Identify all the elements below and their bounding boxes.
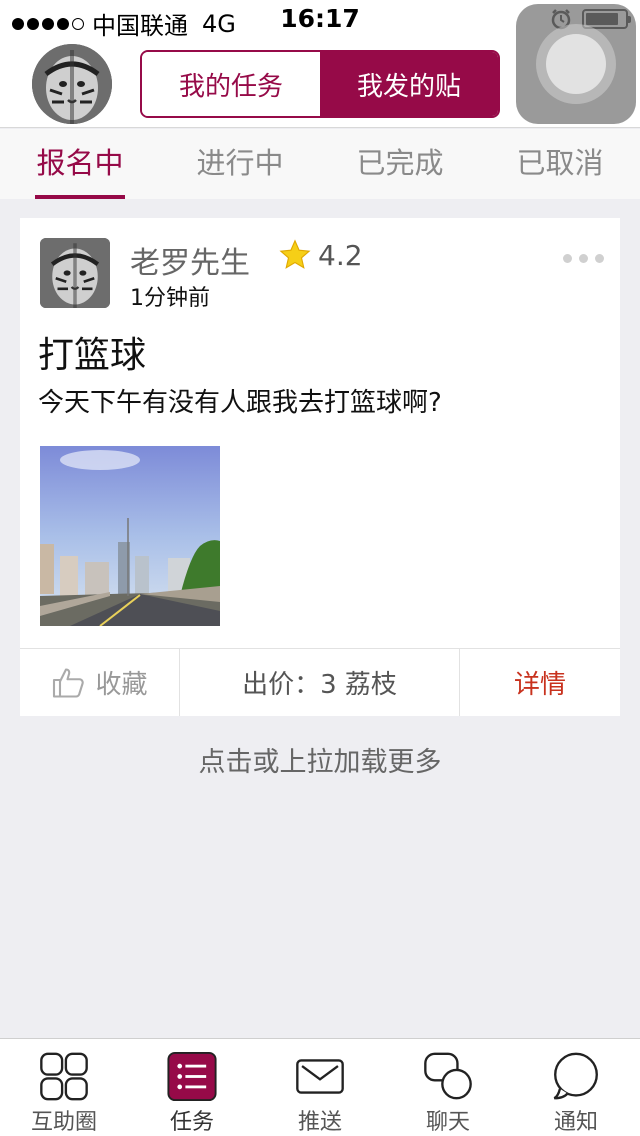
notification-bubble-icon [553, 1052, 598, 1100]
tab-cancelled[interactable]: 已取消 [480, 129, 640, 199]
tab-label-tasks: 任务 [169, 1110, 214, 1135]
assistive-touch-button[interactable] [516, 4, 636, 124]
tab-mutual-help[interactable]: 互助圈 [0, 1039, 128, 1136]
tab-completed[interactable]: 已完成 [320, 129, 480, 199]
tab-tasks[interactable]: 任务 [128, 1039, 256, 1136]
segment-my-posts[interactable]: 我发的贴 [320, 52, 498, 116]
tab-label-chat: 聊天 [425, 1110, 470, 1135]
post-body: 今天下午有没有人跟我去打篮球啊? [38, 388, 442, 418]
post-title: 打篮球 [38, 335, 147, 376]
bottom-tab-bar: 互助圈 任务 推送 聊天 通知 [0, 1038, 640, 1136]
tiger-face-avatar-image [32, 44, 112, 124]
rating-value: 4.2 [318, 238, 363, 272]
author-rating: 4.2 [278, 238, 363, 272]
task-list-icon [167, 1051, 217, 1102]
tab-label-notify: 通知 [553, 1110, 598, 1135]
post-image[interactable] [40, 446, 220, 626]
tiger-face-avatar-image [40, 238, 110, 308]
city-road-photo [40, 446, 220, 626]
author-name[interactable]: 老罗先生 [130, 238, 250, 282]
favorite-button[interactable]: 收藏 [20, 649, 180, 716]
segmented-control: 我的任务 我发的贴 [140, 50, 500, 118]
grid-icon [40, 1052, 88, 1101]
post-actions: 收藏 出价：3 荔枝 详情 [20, 648, 620, 716]
load-more-button[interactable]: 点击或上拉加载更多 [0, 740, 640, 779]
author-avatar[interactable] [40, 238, 110, 308]
filter-tabs: 报名中 进行中 已完成 已取消 [0, 129, 640, 199]
star-icon [279, 239, 311, 269]
detail-button[interactable]: 详情 [460, 649, 620, 716]
post-time: 1分钟前 [130, 286, 210, 311]
tab-signing-up[interactable]: 报名中 [0, 129, 160, 199]
tab-notify[interactable]: 通知 [512, 1039, 640, 1136]
tab-push[interactable]: 推送 [256, 1039, 384, 1136]
tab-in-progress[interactable]: 进行中 [160, 129, 320, 199]
chat-bubbles-icon [424, 1052, 472, 1100]
user-avatar[interactable] [32, 44, 112, 124]
tab-label-push: 推送 [297, 1110, 342, 1135]
more-options-icon[interactable] [563, 254, 604, 263]
bid-price: 出价：3 荔枝 [180, 649, 460, 716]
envelope-icon [296, 1059, 344, 1094]
thumbs-up-icon [53, 667, 85, 698]
post-card[interactable]: 老罗先生 4.2 1分钟前 打篮球 今天下午有没有人跟我去打篮球啊? 收藏 出价… [20, 218, 620, 716]
segment-my-tasks[interactable]: 我的任务 [142, 52, 320, 116]
tab-label-mutual-help: 互助圈 [30, 1110, 97, 1135]
favorite-label: 收藏 [95, 670, 148, 700]
tab-chat[interactable]: 聊天 [384, 1039, 512, 1136]
